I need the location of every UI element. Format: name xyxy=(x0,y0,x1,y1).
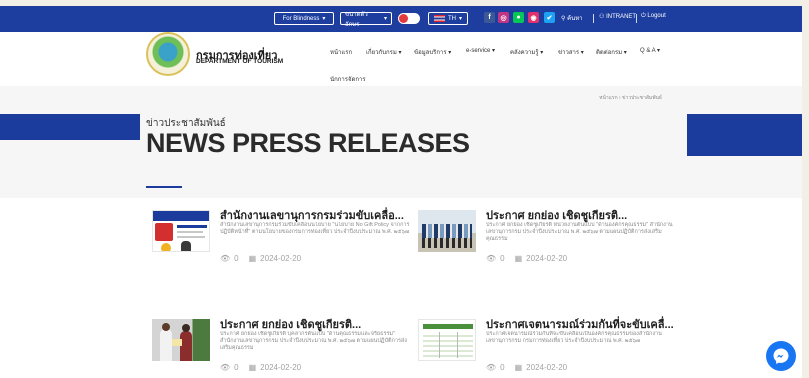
calendar-icon: ▦ xyxy=(514,254,523,263)
thai-flag-icon xyxy=(433,15,445,22)
blindness-label: For Blindness xyxy=(282,15,320,22)
view-count: 0 xyxy=(234,254,239,263)
nav-item-about[interactable]: เกี่ยวกับกรม ▾ xyxy=(366,47,402,57)
news-description: ประกาศ ยกย่อง เชิดชูเกียรติ หน่วยงานต้นแ… xyxy=(486,222,673,242)
news-meta: 👁 0 ▦ 2024-02-20 xyxy=(486,254,567,263)
document-table-icon[interactable] xyxy=(418,319,476,361)
intranet-link[interactable]: ⚇ INTRANET xyxy=(599,13,636,20)
eye-icon: 👁 xyxy=(486,254,497,263)
search-button[interactable]: ⚲ ค้นหา xyxy=(561,13,583,23)
calendar-icon: ▦ xyxy=(248,254,257,263)
instagram-icon[interactable]: ◎ xyxy=(498,12,509,23)
news-card[interactable]: ประกาศ ยกย่อง เชิดชูเกียรติ... ประกาศ ยก… xyxy=(152,315,414,378)
divider xyxy=(636,14,637,23)
search-icon: ⚲ xyxy=(561,16,566,22)
nav-item-home[interactable]: หน้าแรก xyxy=(330,47,352,57)
page-title: NEWS PRESS RELEASES xyxy=(146,128,470,158)
news-card[interactable]: ประกาศเจตนารมณ์ร่วมกันที่จะขับเคลื่... ป… xyxy=(418,315,680,378)
view-count: 0 xyxy=(234,363,239,372)
intranet-label: INTRANET xyxy=(606,14,637,20)
logout-label: Logout xyxy=(647,13,666,19)
divider xyxy=(593,14,594,23)
calendar-icon: ▦ xyxy=(248,363,257,372)
nav-label: Q & A xyxy=(640,48,656,54)
nav-label: คลังความรู้ xyxy=(510,50,539,56)
news-date: 2024-02-20 xyxy=(260,254,302,263)
font-size-select[interactable]: ขนาดตัวอักษร ▾ xyxy=(340,12,392,28)
twitter-icon[interactable]: ✔ xyxy=(544,12,555,23)
hero-band-left xyxy=(0,114,140,140)
breadcrumb-home[interactable]: หน้าแรก xyxy=(599,95,617,101)
nav-label: ข่าวสาร xyxy=(558,50,580,56)
hero-band-right xyxy=(687,114,802,156)
chevron-down-icon: ▾ xyxy=(398,50,402,56)
nav-item-second-row[interactable]: นักการจัดการ xyxy=(330,74,366,84)
search-label: ค้นหา xyxy=(567,16,583,22)
news-date: 2024-02-20 xyxy=(526,254,568,263)
nav-label: ติดต่อกรม xyxy=(596,50,623,56)
facebook-icon[interactable]: f xyxy=(484,12,495,23)
eye-icon: 👁 xyxy=(220,363,231,372)
news-date: 2024-02-20 xyxy=(526,363,568,372)
news-date: 2024-02-20 xyxy=(260,363,302,372)
language-label: TH xyxy=(447,15,456,22)
nav-label: e-service xyxy=(466,48,491,54)
news-meta: 👁 0 ▦ 2024-02-20 xyxy=(220,363,301,372)
news-meta: 👁 0 ▦ 2024-02-20 xyxy=(220,254,301,263)
chevron-down-icon: ▾ xyxy=(623,50,627,56)
group-photo-icon[interactable] xyxy=(418,210,476,252)
page: For Blindness ▾ ขนาดตัวอักษร ▾ TH ▾ f ◎ … xyxy=(0,6,802,378)
eye-icon: 👁 xyxy=(486,363,497,372)
page-hero: หน้าแรก › ข่าวประชาสัมพันธ์ ข่าวประชาสัม… xyxy=(0,86,802,198)
nav-item-qa[interactable]: Q & A ▾ xyxy=(640,47,660,54)
messenger-chat-button[interactable] xyxy=(766,341,796,371)
news-description: ประกาศเจตนารมณ์ร่วมกันที่จะขับเคลื่อนเป็… xyxy=(486,331,662,344)
contrast-toggle-icon[interactable] xyxy=(398,13,420,24)
site-header: กรมการท่องเที่ยว DEPARTMENT OF TOURISM ห… xyxy=(0,32,802,86)
eye-icon: 👁 xyxy=(220,254,231,263)
nav-item-knowledge[interactable]: คลังความรู้ ▾ xyxy=(510,47,543,57)
nav-label: เกี่ยวกับกรม xyxy=(366,50,397,56)
org-name-en: DEPARTMENT OF TOURISM xyxy=(196,58,284,65)
blindness-button[interactable]: For Blindness ▾ xyxy=(274,12,334,25)
view-count: 0 xyxy=(500,254,505,263)
news-card[interactable]: ประกาศ ยกย่อง เชิดชูเกียรติ... ประกาศ ยก… xyxy=(418,206,680,270)
nav-item-news[interactable]: ข่าวสาร ▾ xyxy=(558,47,584,57)
chevron-down-icon: ▾ xyxy=(657,48,661,54)
line-icon[interactable]: ● xyxy=(513,12,524,23)
news-description: สำนักงานเลขานุการกรมร่วมขับเคลื่อนนโยบาย… xyxy=(220,222,410,235)
chevron-down-icon: ▾ xyxy=(492,48,496,54)
nav-item-eservice[interactable]: e-service ▾ xyxy=(466,47,495,54)
font-size-label: ขนาดตัวอักษร xyxy=(345,11,368,28)
nav-item-contact[interactable]: ติดต่อกรม ▾ xyxy=(596,47,627,57)
chevron-down-icon: ▾ xyxy=(322,16,326,22)
view-count: 0 xyxy=(500,363,505,372)
title-underline xyxy=(146,186,182,188)
nav-item-services[interactable]: ข้อมูลบริการ ▾ xyxy=(414,47,451,57)
chevron-down-icon: ▾ xyxy=(540,50,544,56)
nav-label: ข้อมูลบริการ xyxy=(414,50,447,56)
user-icon: ⚇ xyxy=(599,14,605,20)
logout-link[interactable]: ⏻ Logout xyxy=(641,13,666,20)
social-app-icon[interactable]: ◉ xyxy=(528,12,539,23)
department-logo[interactable] xyxy=(146,32,190,76)
messenger-icon xyxy=(773,348,789,364)
news-meta: 👁 0 ▦ 2024-02-20 xyxy=(486,363,567,372)
calendar-icon: ▦ xyxy=(514,363,523,372)
language-select[interactable]: TH ▾ xyxy=(428,12,468,25)
news-card[interactable]: สำนักงานเลขานุการกรมร่วมขับเคลื่อ... สำน… xyxy=(152,206,414,270)
breadcrumb: หน้าแรก › ข่าวประชาสัมพันธ์ xyxy=(599,94,662,102)
power-icon: ⏻ xyxy=(641,13,646,19)
breadcrumb-current: ข่าวประชาสัมพันธ์ xyxy=(622,95,662,101)
chevron-down-icon: ▾ xyxy=(458,16,462,22)
utility-bar: For Blindness ▾ ขนาดตัวอักษร ▾ TH ▾ f ◎ … xyxy=(0,6,802,32)
no-gift-policy-poster-icon[interactable] xyxy=(152,210,210,252)
award-handover-photo-icon[interactable] xyxy=(152,319,210,361)
news-description: ประกาศ ยกย่อง เชิดชูเกียรติ บุคลากรต้นแบ… xyxy=(220,331,407,351)
chevron-down-icon: ▾ xyxy=(448,50,452,56)
chevron-down-icon: ▾ xyxy=(383,16,387,22)
chevron-down-icon: ▾ xyxy=(580,50,584,56)
